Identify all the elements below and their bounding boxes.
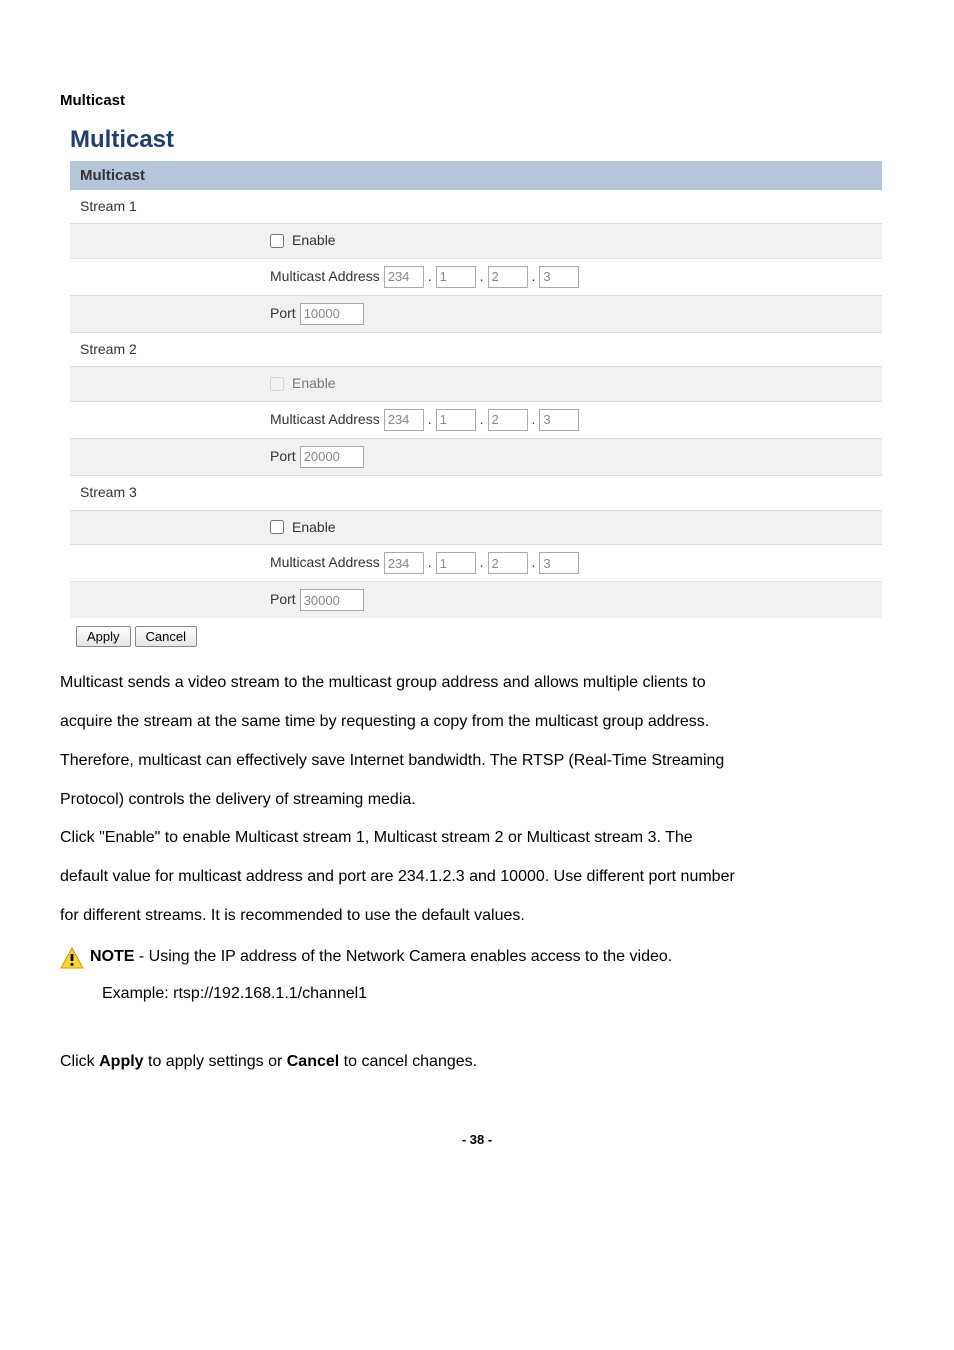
- ip-octet-2[interactable]: [436, 409, 476, 431]
- address-row: Multicast Address . . .: [70, 259, 882, 296]
- stream-header: Stream 1: [70, 190, 882, 225]
- port-row: Port: [70, 582, 882, 618]
- ip-octet-3[interactable]: [488, 552, 528, 574]
- dot-separator: .: [532, 553, 536, 573]
- dot-separator: .: [428, 410, 432, 430]
- enable-row: Enable: [70, 511, 882, 546]
- stream-header: Stream 3: [70, 476, 882, 511]
- address-row: Multicast Address . . .: [70, 402, 882, 439]
- enable-row: Enable: [70, 224, 882, 259]
- stream-label: Stream 2: [70, 333, 266, 367]
- port-label: Port: [270, 304, 296, 324]
- body-paragraph: acquire the stream at the same time by r…: [60, 704, 894, 741]
- ip-octet-2[interactable]: [436, 552, 476, 574]
- address-label: Multicast Address: [270, 267, 380, 287]
- closing-apply: Apply: [99, 1053, 143, 1070]
- port-label: Port: [270, 590, 296, 610]
- example-text: Example: rtsp://192.168.1.1/channel1: [102, 976, 894, 1013]
- stream-header: Stream 2: [70, 333, 882, 368]
- note-row: NOTE - Using the IP address of the Netwo…: [60, 939, 894, 976]
- body-paragraph: Multicast sends a video stream to the mu…: [60, 665, 894, 702]
- closing-line: Click Apply to apply settings or Cancel …: [60, 1044, 894, 1081]
- enable-label: Enable: [292, 518, 336, 538]
- warning-icon: [60, 947, 84, 969]
- ip-octet-2[interactable]: [436, 266, 476, 288]
- enable-label: Enable: [292, 231, 336, 251]
- enable-checkbox[interactable]: [270, 234, 284, 248]
- address-label: Multicast Address: [270, 410, 380, 430]
- body-paragraph: Click "Enable" to enable Multicast strea…: [60, 820, 894, 857]
- ip-octet-4[interactable]: [539, 552, 579, 574]
- ip-octet-1[interactable]: [384, 552, 424, 574]
- enable-row: Enable: [70, 367, 882, 402]
- multicast-panel: Multicast Stream 1 Enable Multicast Addr…: [70, 161, 882, 619]
- port-input[interactable]: [300, 589, 364, 611]
- dot-separator: .: [532, 267, 536, 287]
- panel-header: Multicast: [70, 161, 882, 190]
- enable-label: Enable: [292, 374, 336, 394]
- dot-separator: .: [428, 553, 432, 573]
- body-paragraph: Protocol) controls the delivery of strea…: [60, 782, 894, 819]
- dot-separator: .: [532, 410, 536, 430]
- body-paragraph: default value for multicast address and …: [60, 859, 894, 896]
- address-row: Multicast Address . . .: [70, 545, 882, 582]
- closing-pre: Click: [60, 1053, 99, 1070]
- apply-button[interactable]: Apply: [76, 626, 131, 647]
- ip-octet-1[interactable]: [384, 266, 424, 288]
- note-bold: NOTE: [90, 948, 134, 965]
- dot-separator: .: [428, 267, 432, 287]
- page-number: - 38 -: [60, 1131, 894, 1149]
- port-row: Port: [70, 296, 882, 333]
- note-text: NOTE - Using the IP address of the Netwo…: [90, 939, 672, 976]
- port-input[interactable]: [300, 303, 364, 325]
- ip-octet-3[interactable]: [488, 266, 528, 288]
- closing-mid: to apply settings or: [144, 1053, 287, 1070]
- ip-octet-4[interactable]: [539, 409, 579, 431]
- ip-octet-1[interactable]: [384, 409, 424, 431]
- port-row: Port: [70, 439, 882, 476]
- button-row: Apply Cancel: [76, 626, 894, 647]
- dot-separator: .: [480, 410, 484, 430]
- dot-separator: .: [480, 267, 484, 287]
- page-title: Multicast: [70, 123, 894, 157]
- body-paragraph: Therefore, multicast can effectively sav…: [60, 743, 894, 780]
- section-heading: Multicast: [60, 90, 894, 111]
- enable-checkbox[interactable]: [270, 520, 284, 534]
- stream-label: Stream 3: [70, 476, 266, 510]
- dot-separator: .: [480, 553, 484, 573]
- port-input[interactable]: [300, 446, 364, 468]
- stream-label: Stream 1: [70, 190, 266, 224]
- ip-octet-4[interactable]: [539, 266, 579, 288]
- closing-cancel: Cancel: [287, 1053, 339, 1070]
- closing-post: to cancel changes.: [339, 1053, 477, 1070]
- note-rest: - Using the IP address of the Network Ca…: [134, 948, 672, 965]
- body-paragraph: for different streams. It is recommended…: [60, 898, 894, 935]
- cancel-button[interactable]: Cancel: [135, 626, 197, 647]
- enable-checkbox: [270, 377, 284, 391]
- port-label: Port: [270, 447, 296, 467]
- ip-octet-3[interactable]: [488, 409, 528, 431]
- address-label: Multicast Address: [270, 553, 380, 573]
